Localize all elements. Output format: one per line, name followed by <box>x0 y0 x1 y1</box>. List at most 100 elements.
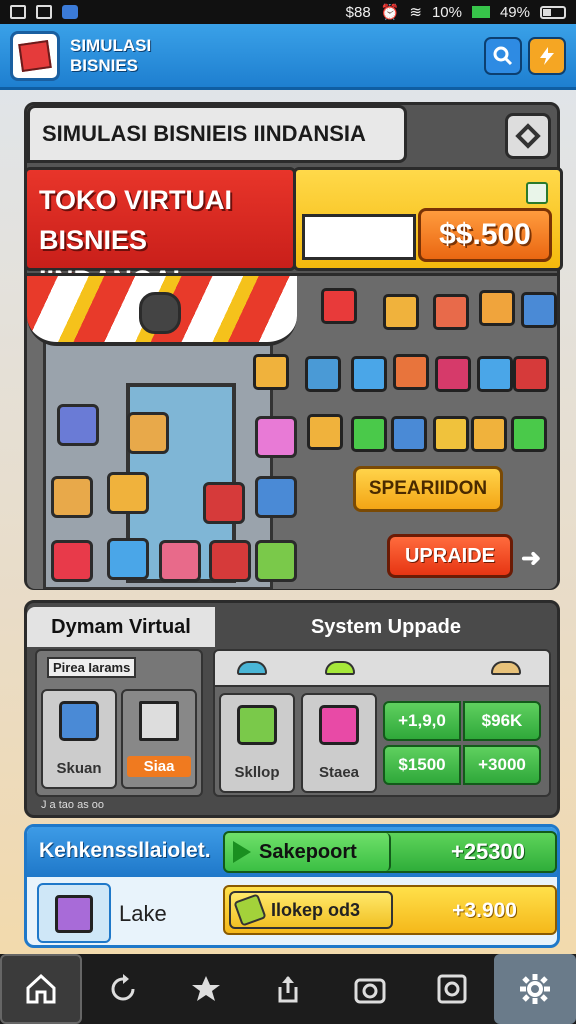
diamond-icon <box>515 123 541 149</box>
box-icon <box>351 356 387 392</box>
search-action-button[interactable]: SPEARIIDON <box>353 466 503 512</box>
battery-percent-a: 10% <box>431 3 462 21</box>
search-icon <box>493 46 513 65</box>
drill-icon <box>433 416 469 452</box>
ilokep-label: Ilokep od3 <box>271 899 361 920</box>
box-icon <box>55 895 93 933</box>
nav-camera[interactable] <box>329 954 411 1024</box>
status-bar: $88 ⏰ ≋ 10% 49% <box>0 0 576 24</box>
box-icon <box>391 416 427 452</box>
bottom-navigation <box>0 954 576 1024</box>
box-icon <box>253 354 289 390</box>
bottom-panel: Kehkenssllaiolet. Sakepoort +25300 Lake … <box>24 824 560 948</box>
app-bar: SIMULASI BISNIES <box>0 24 576 90</box>
upgrade-value-button[interactable]: $96K <box>463 701 541 741</box>
box-icon <box>319 705 359 745</box>
lake-box-card[interactable] <box>37 883 111 943</box>
params-card: Pirea Iarams Skuan Siaa <box>35 649 203 797</box>
box-icon <box>471 416 507 452</box>
star-icon <box>191 976 220 1001</box>
share-icon <box>278 976 298 1003</box>
arrow-right-icon[interactable]: ➜ <box>521 544 541 573</box>
status-text: $88 <box>345 3 371 21</box>
cap-icon <box>491 661 521 675</box>
settings-icon <box>519 974 550 1004</box>
upgrade-button[interactable]: UPRAIDE <box>387 534 513 578</box>
wifi-icon: ≋ <box>409 4 422 21</box>
bag-icon <box>203 482 245 524</box>
home-icon <box>26 973 56 1004</box>
shop-scene: SPEARIIDON UPRAIDE ➜ <box>27 273 557 589</box>
tag-icon <box>383 294 419 330</box>
alarm-icon: ⏰ <box>380 4 400 21</box>
nav-share[interactable] <box>247 954 329 1024</box>
dispenser-icon <box>435 356 471 392</box>
top-panel: SIMULASI BISNIEIS IINDANSIA TOKO VIRTUAI… <box>24 102 563 590</box>
box-icon <box>255 416 297 458</box>
handbag-icon <box>57 404 99 446</box>
camera-icon <box>354 978 386 1004</box>
basket-icon <box>107 538 149 580</box>
tile-skllop[interactable]: Skllop <box>219 693 295 793</box>
tile-siaa[interactable]: Siaa <box>121 689 197 789</box>
params-label: Pirea Iarams <box>47 657 137 678</box>
refresh-icon <box>111 974 135 1001</box>
footnote: J a tao as oo <box>41 799 104 811</box>
play-icon <box>233 841 251 863</box>
price-button[interactable]: $$.500 <box>418 208 552 262</box>
vase-icon <box>477 356 513 392</box>
tile-skuan[interactable]: Skuan <box>41 689 117 789</box>
gallery-icon <box>10 5 26 19</box>
ilokep-button[interactable]: Ilokep od3 <box>229 891 393 929</box>
bag-icon <box>139 292 181 334</box>
mid-panel: Dymam Virtual System Uppade Pirea Iarams… <box>24 600 560 818</box>
basket-icon <box>237 705 277 745</box>
photo-icon <box>437 974 467 1004</box>
tag-icon <box>233 893 267 927</box>
app-title: SIMULASI BISNIES <box>70 36 151 76</box>
tile-staea[interactable]: Staea <box>301 693 377 793</box>
tile-label: Skllop <box>234 764 280 781</box>
nav-refresh[interactable] <box>82 954 164 1024</box>
expand-icon[interactable] <box>526 182 548 204</box>
tile-label: Siaa <box>127 756 191 777</box>
nav-star[interactable] <box>165 954 247 1024</box>
store-side-panel: $$.500 <box>293 167 563 271</box>
box-icon <box>51 476 93 518</box>
basket-icon <box>305 356 341 392</box>
diamond-button[interactable] <box>505 113 551 159</box>
nav-photo[interactable] <box>411 954 493 1024</box>
sakepoort-button[interactable]: Sakepoort <box>225 833 391 871</box>
sakepoort-label: Sakepoort <box>259 840 357 863</box>
nav-home[interactable] <box>0 954 83 1024</box>
tub-icon <box>51 540 93 582</box>
search-button[interactable] <box>484 36 522 75</box>
box-icon <box>255 540 297 582</box>
lightning-button[interactable] <box>528 36 566 75</box>
upgrade-area: Skllop Staea +1,9,0 $96K $1500 +3000 <box>213 649 551 797</box>
nav-settings[interactable] <box>493 954 576 1024</box>
upgrade-value-button[interactable]: +1,9,0 <box>383 701 461 741</box>
boot-icon <box>307 414 343 450</box>
app-title-line1: SIMULASI <box>70 35 152 55</box>
system-upgrade-header: System Uppade <box>310 615 462 638</box>
battery-icon <box>540 5 566 19</box>
upgrade-value-button[interactable]: $1500 <box>383 745 461 785</box>
battery-percent-b: 49% <box>499 3 530 21</box>
cap-icon <box>325 661 355 675</box>
bottle-icon <box>479 290 515 326</box>
tile-label: Skuan <box>56 760 102 777</box>
upgrade-value-button[interactable]: +3000 <box>463 745 541 785</box>
app-title-line2: BISNIES <box>70 55 139 75</box>
box-icon <box>127 412 169 454</box>
box-icon <box>255 476 297 518</box>
green-bar: Sakepoort +25300 <box>223 831 557 873</box>
store-banner: TOKO VIRTUAI BISNIES IINDANGAI <box>24 167 296 295</box>
lake-label: Lake <box>119 901 167 926</box>
chair-icon <box>393 354 429 390</box>
top-panel-title: SIMULASI BISNIEIS IINDANSIA <box>27 105 407 163</box>
name-input-field[interactable] <box>302 214 416 260</box>
app-logo <box>10 30 60 81</box>
planter-icon <box>159 540 201 582</box>
handbag-icon <box>321 288 357 324</box>
